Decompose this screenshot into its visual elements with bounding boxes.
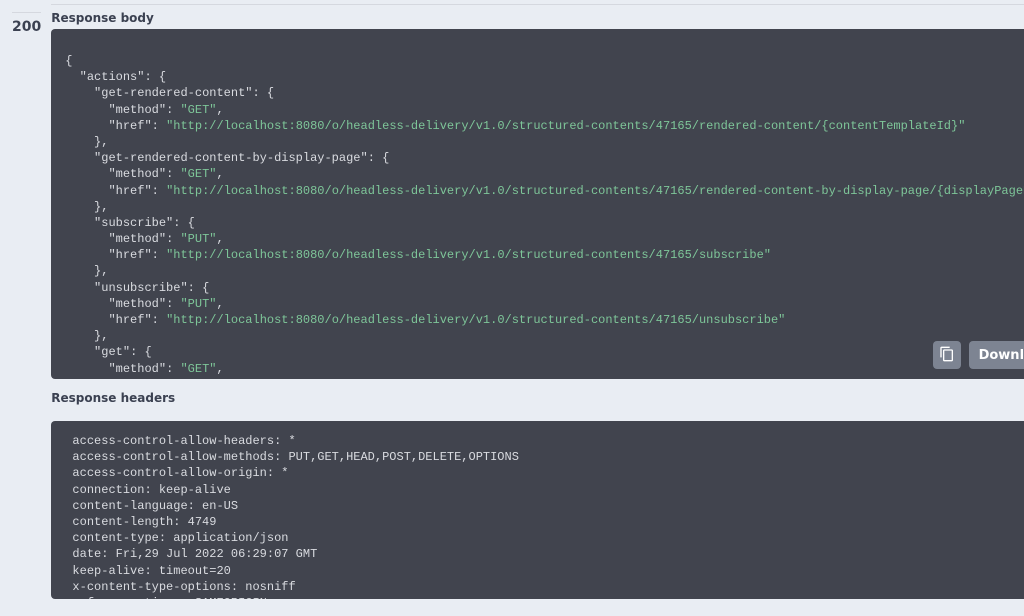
download-label: Download [979,348,1024,363]
response-headers-label: Response headers [51,391,1024,405]
response-body-container: { "actions": { "get-rendered-content": {… [51,29,1024,379]
response-headers-code[interactable]: access-control-allow-headers: * access-c… [51,421,1024,599]
clipboard-icon [939,346,955,365]
copy-button[interactable] [933,341,961,369]
status-code: 200 [12,19,41,35]
download-button[interactable]: Download [969,341,1024,369]
response-body-label: Response body [51,11,1024,25]
response-body-code[interactable]: { "actions": { "get-rendered-content": {… [51,41,1024,379]
